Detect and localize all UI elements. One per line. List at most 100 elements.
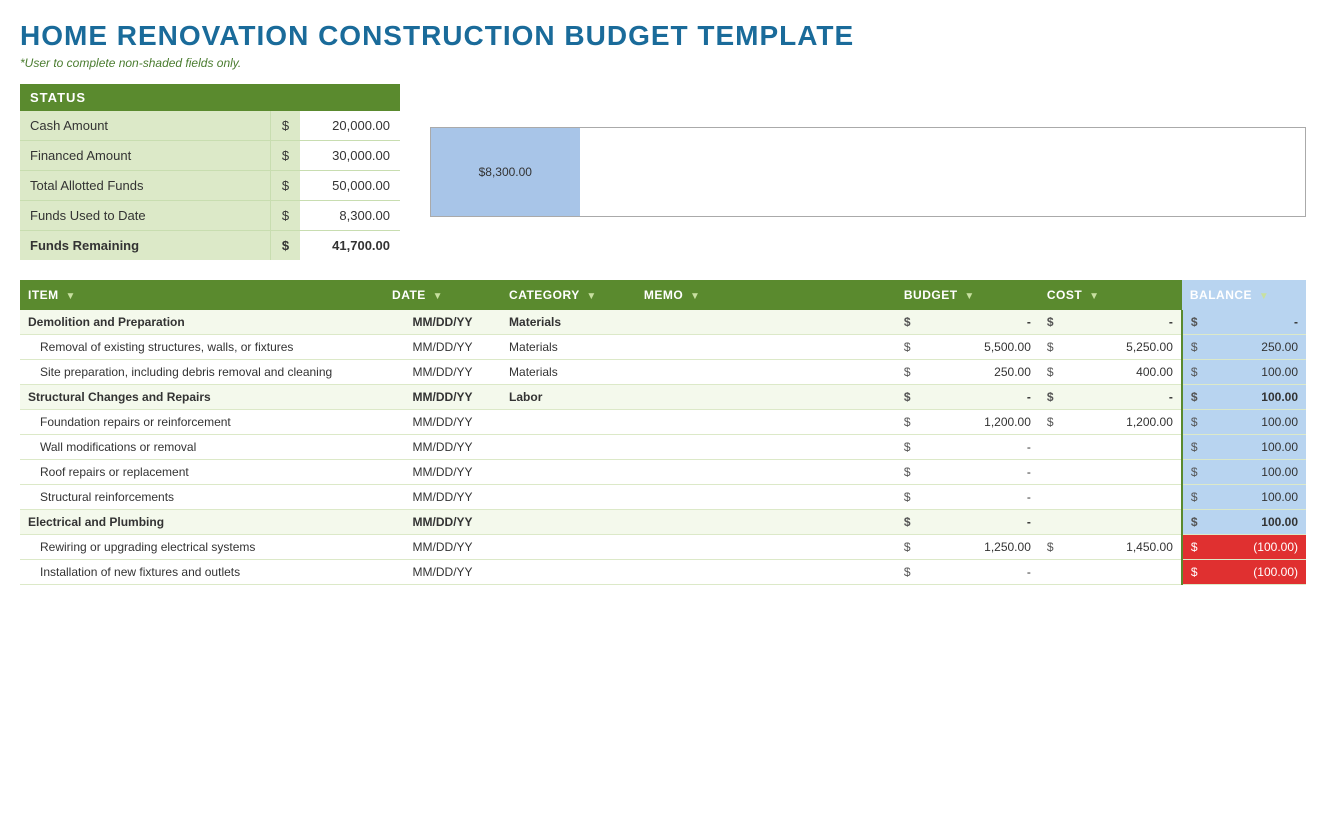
cell-memo[interactable]	[636, 410, 896, 435]
col-header-balance[interactable]: BALANCE ▼	[1182, 280, 1306, 310]
cell-category[interactable]: Materials	[501, 360, 636, 385]
cell-item[interactable]: Removal of existing structures, walls, o…	[20, 335, 384, 360]
date-dropdown-icon[interactable]: ▼	[433, 291, 443, 302]
status-currency: $	[270, 141, 300, 170]
col-header-item[interactable]: ITEM ▼	[20, 280, 384, 310]
col-header-cost[interactable]: COST ▼	[1039, 280, 1182, 310]
cell-item[interactable]: Electrical and Plumbing	[20, 510, 384, 535]
col-header-budget[interactable]: BUDGET ▼	[896, 280, 1039, 310]
cell-item[interactable]: Demolition and Preparation	[20, 310, 384, 335]
cell-balance: $ 100.00	[1182, 460, 1306, 485]
cell-balance: $ 100.00	[1182, 435, 1306, 460]
col-header-date[interactable]: DATE ▼	[384, 280, 501, 310]
table-row: Structural reinforcements MM/DD/YY $- $ …	[20, 485, 1306, 510]
cell-cost: $400.00	[1039, 360, 1182, 385]
category-dropdown-icon[interactable]: ▼	[586, 291, 596, 302]
cell-item[interactable]: Installation of new fixtures and outlets	[20, 560, 384, 585]
cell-date[interactable]: MM/DD/YY	[384, 435, 501, 460]
cost-dropdown-icon[interactable]: ▼	[1089, 291, 1099, 302]
cell-item[interactable]: Structural Changes and Repairs	[20, 385, 384, 410]
cell-category[interactable]: Materials	[501, 310, 636, 335]
cell-budget: $-	[896, 510, 1039, 535]
cell-item[interactable]: Structural reinforcements	[20, 485, 384, 510]
cell-category[interactable]	[501, 510, 636, 535]
cell-cost: $1,450.00	[1039, 535, 1182, 560]
cell-category[interactable]: Labor	[501, 385, 636, 410]
page-title: HOME RENOVATION CONSTRUCTION BUDGET TEMP…	[20, 20, 1306, 52]
cell-memo[interactable]	[636, 335, 896, 360]
table-body: Demolition and Preparation MM/DD/YY Mate…	[20, 310, 1306, 585]
table-header-row: ITEM ▼ DATE ▼ CATEGORY ▼ MEMO ▼ BUDGET ▼…	[20, 280, 1306, 310]
cell-date[interactable]: MM/DD/YY	[384, 385, 501, 410]
status-value: 41,700.00	[300, 231, 400, 260]
table-row: Rewiring or upgrading electrical systems…	[20, 535, 1306, 560]
cell-balance: $ 100.00	[1182, 485, 1306, 510]
status-row: Funds Used to Date $ 8,300.00	[20, 201, 400, 231]
cell-category[interactable]	[501, 485, 636, 510]
main-table: ITEM ▼ DATE ▼ CATEGORY ▼ MEMO ▼ BUDGET ▼…	[20, 280, 1306, 585]
cell-date[interactable]: MM/DD/YY	[384, 535, 501, 560]
cell-memo[interactable]	[636, 510, 896, 535]
cell-balance: $ 100.00	[1182, 410, 1306, 435]
status-label: Funds Used to Date	[20, 201, 270, 230]
cell-item[interactable]: Wall modifications or removal	[20, 435, 384, 460]
cell-date[interactable]: MM/DD/YY	[384, 485, 501, 510]
status-label: Funds Remaining	[20, 231, 270, 260]
cell-budget: $-	[896, 435, 1039, 460]
cell-category[interactable]	[501, 460, 636, 485]
cell-budget: $-	[896, 385, 1039, 410]
cell-category[interactable]	[501, 435, 636, 460]
cell-cost: $-	[1039, 385, 1182, 410]
status-currency: $	[270, 171, 300, 200]
cell-budget: $5,500.00	[896, 335, 1039, 360]
cell-item[interactable]: Site preparation, including debris remov…	[20, 360, 384, 385]
cell-item[interactable]: Roof repairs or replacement	[20, 460, 384, 485]
cell-date[interactable]: MM/DD/YY	[384, 560, 501, 585]
cell-budget: $-	[896, 560, 1039, 585]
cell-date[interactable]: MM/DD/YY	[384, 410, 501, 435]
status-value: 20,000.00	[300, 111, 400, 140]
cell-balance: $ (100.00)	[1182, 560, 1306, 585]
cell-cost	[1039, 510, 1182, 535]
table-row: Installation of new fixtures and outlets…	[20, 560, 1306, 585]
subtitle: *User to complete non-shaded fields only…	[20, 56, 1306, 70]
top-section: STATUS Cash Amount $ 20,000.00 Financed …	[20, 84, 1306, 260]
col-header-memo[interactable]: MEMO ▼	[636, 280, 896, 310]
cell-balance: $ (100.00)	[1182, 535, 1306, 560]
cell-balance: $ -	[1182, 310, 1306, 335]
cell-category[interactable]: Materials	[501, 335, 636, 360]
cell-date[interactable]: MM/DD/YY	[384, 310, 501, 335]
chart-bar: $8,300.00	[431, 128, 580, 216]
cell-memo[interactable]	[636, 485, 896, 510]
cell-item[interactable]: Rewiring or upgrading electrical systems	[20, 535, 384, 560]
cell-date[interactable]: MM/DD/YY	[384, 510, 501, 535]
table-row: Wall modifications or removal MM/DD/YY $…	[20, 435, 1306, 460]
status-value: 50,000.00	[300, 171, 400, 200]
cell-date[interactable]: MM/DD/YY	[384, 335, 501, 360]
cell-category[interactable]	[501, 560, 636, 585]
cell-memo[interactable]	[636, 385, 896, 410]
cell-memo[interactable]	[636, 560, 896, 585]
item-dropdown-icon[interactable]: ▼	[66, 291, 76, 302]
cell-budget: $-	[896, 460, 1039, 485]
cell-category[interactable]	[501, 535, 636, 560]
cell-memo[interactable]	[636, 460, 896, 485]
cell-date[interactable]: MM/DD/YY	[384, 360, 501, 385]
cell-item[interactable]: Foundation repairs or reinforcement	[20, 410, 384, 435]
cell-category[interactable]	[501, 410, 636, 435]
cell-memo[interactable]	[636, 435, 896, 460]
cell-memo[interactable]	[636, 535, 896, 560]
chart-container: $8,300.00	[430, 84, 1306, 260]
cell-date[interactable]: MM/DD/YY	[384, 460, 501, 485]
table-row: Electrical and Plumbing MM/DD/YY $- $ 10…	[20, 510, 1306, 535]
col-header-category[interactable]: CATEGORY ▼	[501, 280, 636, 310]
cell-memo[interactable]	[636, 360, 896, 385]
cell-memo[interactable]	[636, 310, 896, 335]
budget-dropdown-icon[interactable]: ▼	[964, 291, 974, 302]
memo-dropdown-icon[interactable]: ▼	[690, 291, 700, 302]
balance-dropdown-icon[interactable]: ▼	[1259, 291, 1269, 302]
chart-box: $8,300.00	[430, 127, 1306, 217]
status-value: 30,000.00	[300, 141, 400, 170]
status-row: Total Allotted Funds $ 50,000.00	[20, 171, 400, 201]
cell-budget: $250.00	[896, 360, 1039, 385]
